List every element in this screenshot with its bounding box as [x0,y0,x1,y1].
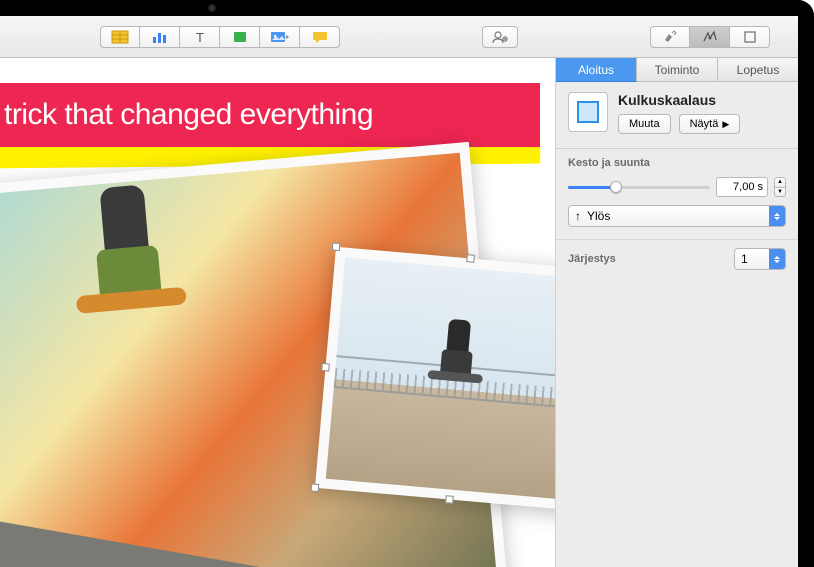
tab-build-in[interactable]: Aloitus [556,58,637,82]
document-inspector-button[interactable] [730,26,770,48]
effect-thumbnail [568,92,608,132]
chevron-updown-icon [769,206,785,226]
insert-text-button[interactable]: T [180,26,220,48]
insert-group: T [100,26,340,48]
arrow-up-icon: ↑ [575,209,581,223]
selection-handle[interactable] [445,495,454,504]
tab-build-out[interactable]: Lopetus [718,58,798,82]
direction-popup[interactable]: ↑ Ylös [568,205,786,227]
svg-text:T: T [196,30,204,44]
format-inspector-button[interactable] [650,26,690,48]
order-value: 1 [741,252,748,266]
toolbar: T [0,16,798,58]
animation-tabs: Aloitus Toiminto Lopetus [556,58,798,82]
animate-inspector-button[interactable] [690,26,730,48]
duration-field[interactable] [716,177,768,197]
duration-stepper[interactable]: ▲ ▼ [774,177,786,197]
insert-comment-button[interactable] [300,26,340,48]
photo-small-selected[interactable] [315,247,555,512]
chevron-updown-icon [769,249,785,269]
preview-effect-button[interactable]: Näytä▶ [679,114,741,134]
tab-action[interactable]: Toiminto [637,58,718,82]
insert-media-button[interactable] [260,26,300,48]
stepper-down-icon[interactable]: ▼ [774,187,786,198]
insert-shape-button[interactable] [220,26,260,48]
collaborate-group [482,26,518,48]
collaborate-button[interactable] [482,26,518,48]
insert-table-button[interactable] [100,26,140,48]
order-label: Järjestys [568,253,616,265]
order-section: Järjestys 1 [556,240,798,278]
insert-chart-button[interactable] [140,26,180,48]
selection-handle[interactable] [311,483,320,492]
duration-slider[interactable] [568,179,710,195]
change-effect-button[interactable]: Muuta [618,114,671,134]
selection-handle[interactable] [466,254,475,263]
camera-dot [208,4,216,12]
effect-title: Kulkuskaalaus [618,92,786,108]
inspector-sidebar: Aloitus Toiminto Lopetus Kulkuskaalaus M… [555,58,798,567]
selection-handle[interactable] [332,242,341,251]
device-bezel: T [0,0,814,567]
order-popup[interactable]: 1 [734,248,786,270]
effect-summary: Kulkuskaalaus Muuta Näytä▶ [556,82,798,149]
direction-value: Ylös [587,209,610,223]
app-window: T [0,16,798,567]
inspector-group [650,26,770,48]
stepper-up-icon[interactable]: ▲ [774,177,786,187]
duration-direction-section: Kesto ja suunta ▲ ▼ ↑ Ylös [556,149,798,240]
section-label: Kesto ja suunta [568,157,786,169]
selection-handle[interactable] [321,363,330,372]
play-icon: ▶ [722,119,729,130]
title-text: trick that changed everything [4,98,373,132]
title-banner: trick that changed everything [0,83,540,147]
slide-canvas[interactable]: trick that changed everything [0,58,555,567]
